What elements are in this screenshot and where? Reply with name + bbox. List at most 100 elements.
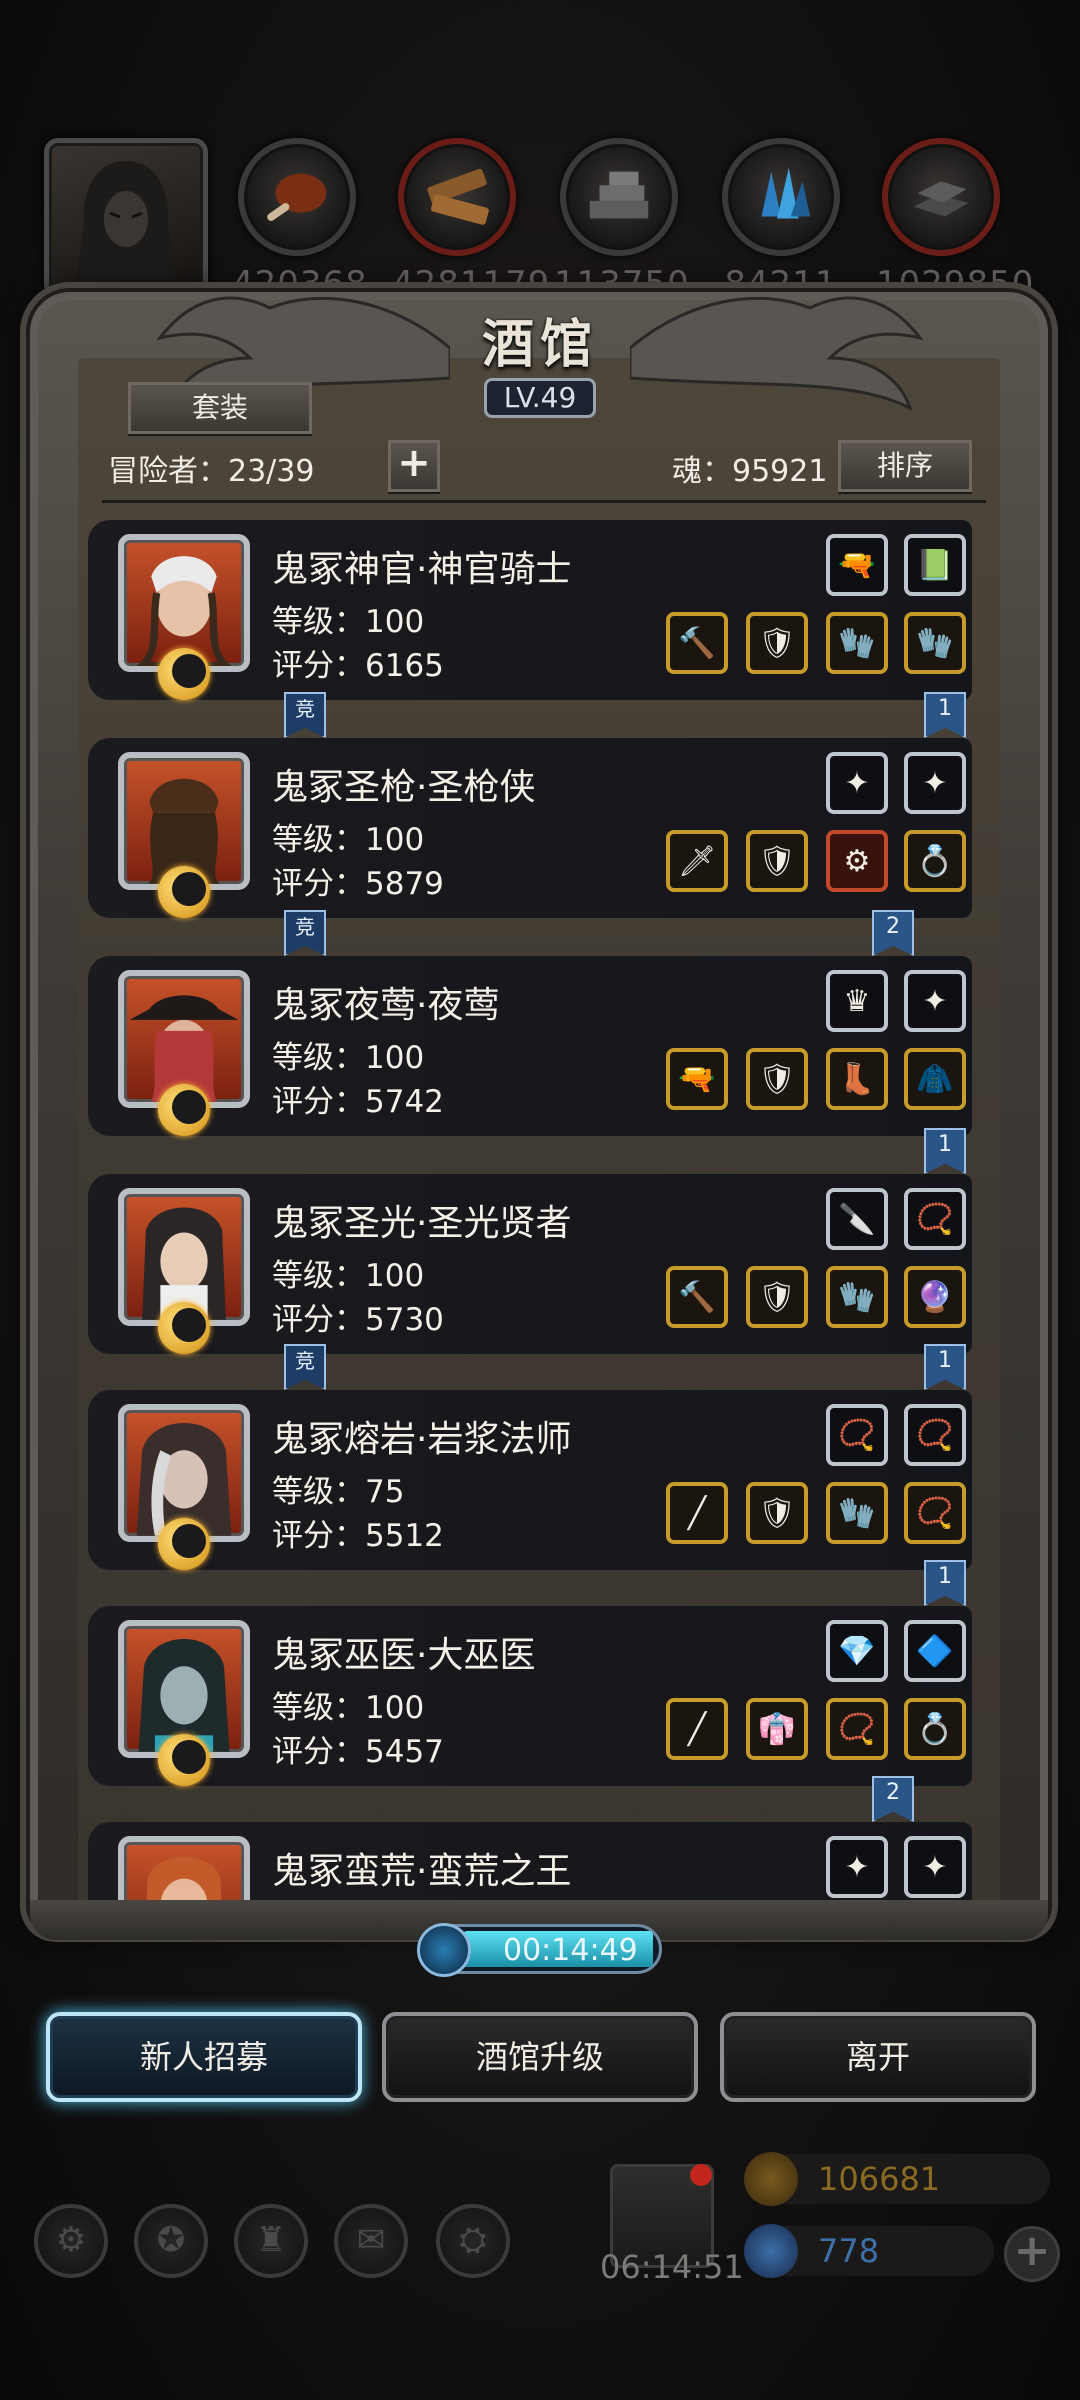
hero-score: 评分：5457 [272, 1734, 444, 1770]
mail-icon[interactable]: ✉ [334, 2204, 408, 2278]
hero-card[interactable]: 鬼冢圣枪·圣枪侠 等级：100 评分：5879 ✦ ✦ 🗡 🛡 ⚙ 💍 [88, 738, 972, 918]
upgrade-tavern-button[interactable]: 酒馆升级 [382, 2012, 698, 2102]
cloak-icon[interactable]: 🧥 [904, 1048, 966, 1110]
book-icon[interactable]: 📗 [904, 534, 966, 596]
hammer-icon[interactable]: 🔨 [666, 1266, 728, 1328]
necklace-icon[interactable]: 📿 [904, 1404, 966, 1466]
hero-level: 等级：100 [272, 1258, 425, 1294]
emblem-icon[interactable]: ✦ [826, 1836, 888, 1898]
armor-icon[interactable]: 🛡 [746, 1266, 808, 1328]
leave-button[interactable]: 离开 [720, 2012, 1036, 2102]
soul-count: 魂：95921 [672, 454, 828, 489]
pistol-icon[interactable]: 🔫 [666, 1048, 728, 1110]
gauntlet-icon[interactable]: 🧤 [826, 1482, 888, 1544]
top-resource-bar: 420368 4281179 113750 84211 1029850 [0, 0, 1080, 310]
hero-score: 评分：5512 [272, 1518, 444, 1554]
necklace-icon[interactable]: 📿 [904, 1188, 966, 1250]
hero-name: 鬼冢圣光·圣光贤者 [272, 1203, 572, 1244]
orb-icon[interactable]: 🔮 [904, 1266, 966, 1328]
crown-icon[interactable]: ♛ [826, 970, 888, 1032]
amulet-icon[interactable]: 📿 [904, 1482, 966, 1544]
moon-icon [158, 1518, 210, 1570]
add-slot-button[interactable]: + [388, 440, 440, 492]
gun-icon[interactable]: 🔫 [826, 534, 888, 596]
necklace-icon[interactable]: 📿 [826, 1698, 888, 1760]
hero-card[interactable]: 鬼冢神官·神官骑士 等级：100 评分：6165 🔫 📗 🔨 🛡 🧤 🧤 [88, 520, 972, 700]
clock-icon [417, 1923, 471, 1977]
gear-icon[interactable]: ⛭ [436, 2204, 510, 2278]
shield-icon[interactable]: ⚙ [826, 830, 888, 892]
iron-icon [882, 138, 1000, 256]
necklace-icon[interactable]: 📿 [826, 1404, 888, 1466]
moon-icon [158, 866, 210, 918]
moon-icon [158, 1302, 210, 1354]
gauntlet-icon[interactable]: 🧤 [904, 612, 966, 674]
hero-name: 鬼冢蛮荒·蛮荒之王 [272, 1851, 572, 1892]
emblem-icon[interactable]: ✦ [904, 752, 966, 814]
gem-counter: 778 [744, 2224, 994, 2278]
competition-flag: 竞 [284, 910, 326, 956]
settings-icon[interactable]: ⚙ [34, 2204, 108, 2278]
gauntlet-icon[interactable]: 🧤 [826, 612, 888, 674]
hero-level: 等级：100 [272, 604, 425, 640]
hero-score: 评分：5742 [272, 1084, 444, 1120]
armor-icon[interactable]: 🛡 [746, 612, 808, 674]
gold-value: 106681 [818, 2160, 941, 2198]
timer-text: 00:14:49 [503, 1933, 638, 1968]
armor-icon[interactable]: 🛡 [746, 830, 808, 892]
gift-timer: 06:14:51 [600, 2248, 744, 2286]
hero-score: 评分：5730 [272, 1302, 444, 1338]
emblem-icon[interactable]: ✦ [826, 752, 888, 814]
staff-icon[interactable]: ╱ [666, 1482, 728, 1544]
hero-name: 鬼冢夜莺·夜莺 [272, 985, 500, 1026]
emblem-icon[interactable]: ✦ [904, 970, 966, 1032]
hero-card[interactable]: 鬼冢巫医·大巫医 等级：100 评分：5457 💎 🔷 ╱ 👘 📿 💍 [88, 1606, 972, 1786]
set-button[interactable]: 套装 [128, 382, 312, 434]
crystal-icon[interactable]: 🔷 [904, 1620, 966, 1682]
hero-score: 评分：6165 [272, 648, 444, 684]
pentagram-icon[interactable]: ✪ [134, 2204, 208, 2278]
team-flag: 2 [872, 1776, 914, 1822]
competition-flag: 竞 [284, 692, 326, 738]
moon-icon [158, 1734, 210, 1786]
hero-name: 鬼冢巫医·大巫医 [272, 1635, 536, 1676]
boots-icon[interactable]: 👢 [826, 1048, 888, 1110]
refresh-timer: 00:14:49 [417, 1923, 662, 1977]
notification-dot [690, 2164, 712, 2186]
hero-card[interactable]: 鬼冢夜莺·夜莺 等级：100 评分：5742 ♛ ✦ 🔫 🛡 👢 🧥 [88, 956, 972, 1136]
hero-name: 鬼冢熔岩·岩浆法师 [272, 1419, 572, 1460]
hero-level: 等级：100 [272, 822, 425, 858]
adventurer-count: 冒险者：23/39 [108, 454, 315, 489]
spear-icon[interactable]: 🗡 [666, 830, 728, 892]
gold-counter: 106681 [744, 2152, 1050, 2206]
armor-icon[interactable]: 🛡 [746, 1482, 808, 1544]
hero-score: 评分：5879 [272, 866, 444, 902]
dagger-icon[interactable]: 🔪 [826, 1188, 888, 1250]
moon-icon [158, 648, 210, 700]
staff-icon[interactable]: ╱ [666, 1698, 728, 1760]
stone-icon [560, 138, 678, 256]
hero-level: 等级：75 [272, 1474, 405, 1510]
gold-coin-icon [744, 2152, 798, 2206]
emblem-icon[interactable]: ✦ [904, 1836, 966, 1898]
crystal-icon [722, 138, 840, 256]
armor-icon[interactable]: 🛡 [746, 1048, 808, 1110]
gem-icon [744, 2224, 798, 2278]
ring-icon[interactable]: 💍 [904, 1698, 966, 1760]
ring-icon[interactable]: 💍 [904, 830, 966, 892]
add-gems-button[interactable]: + [1004, 2226, 1060, 2282]
recruit-button[interactable]: 新人招募 [46, 2012, 362, 2102]
robe-icon[interactable]: 👘 [746, 1698, 808, 1760]
hero-card[interactable]: 鬼冢圣光·圣光贤者 等级：100 评分：5730 🔪 📿 🔨 🛡 🧤 🔮 [88, 1174, 972, 1354]
tower-icon[interactable]: ♜ [234, 2204, 308, 2278]
gauntlet-icon[interactable]: 🧤 [826, 1266, 888, 1328]
hero-card[interactable]: 鬼冢蛮荒·蛮荒之王 ✦ ✦ [88, 1822, 972, 1900]
hammer-icon[interactable]: 🔨 [666, 612, 728, 674]
sort-button[interactable]: 排序 [838, 440, 972, 492]
gem-icon[interactable]: 💎 [826, 1620, 888, 1682]
player-avatar[interactable] [44, 138, 208, 298]
hero-card[interactable]: 鬼冢熔岩·岩浆法师 等级：75 评分：5512 📿 📿 ╱ 🛡 🧤 📿 [88, 1390, 972, 1570]
hero-list[interactable]: 鬼冢神官·神官骑士 等级：100 评分：6165 🔫 📗 🔨 🛡 🧤 🧤 竞 1… [88, 520, 988, 1900]
team-flag: 1 [924, 1560, 966, 1606]
hero-level: 等级：100 [272, 1690, 425, 1726]
